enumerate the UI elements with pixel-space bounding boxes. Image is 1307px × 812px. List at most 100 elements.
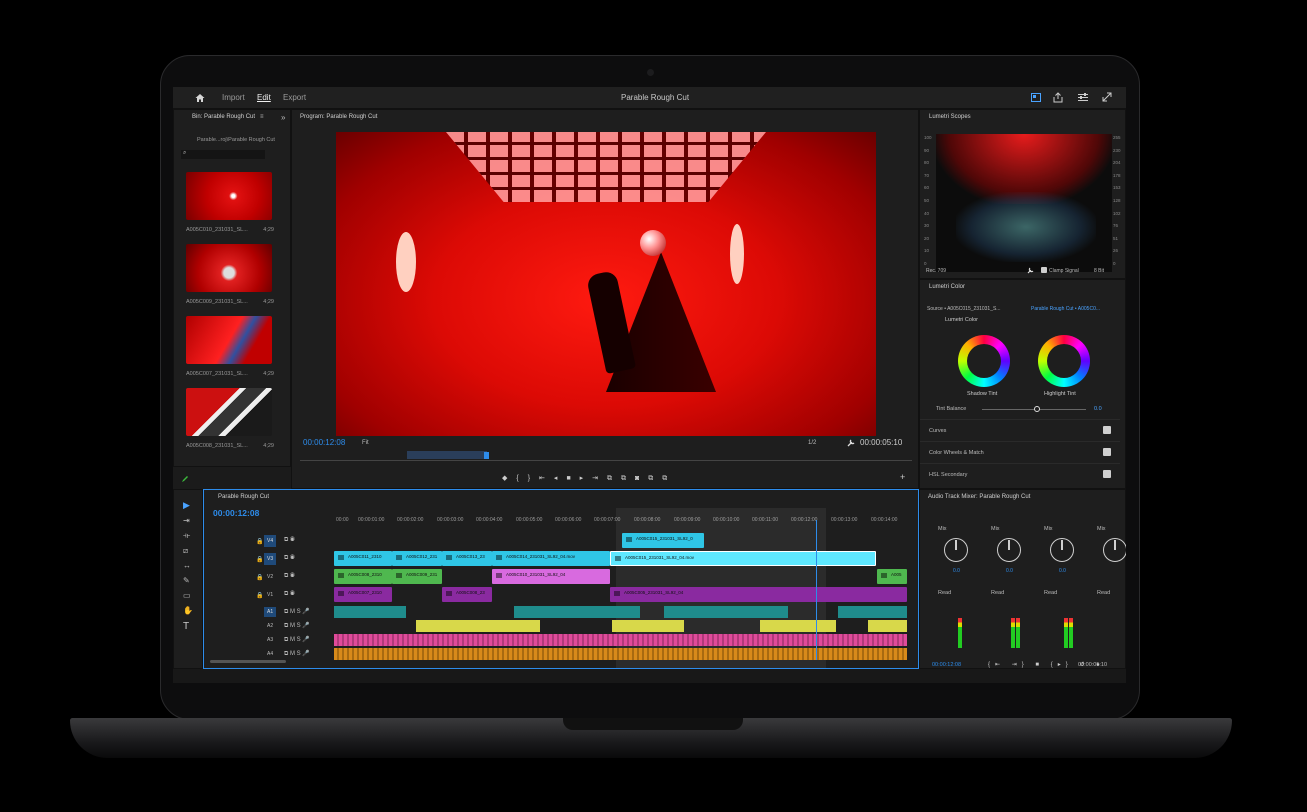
slip-tool-icon[interactable]: ↔ — [183, 561, 191, 570]
expand-panels-icon[interactable]: » — [281, 113, 285, 122]
track-select-tool-icon[interactable]: ⇥ — [183, 516, 190, 525]
timeline-scrollbar[interactable] — [210, 660, 286, 663]
ripple-edit-tool-icon[interactable]: ⟛ — [183, 531, 190, 541]
bit-depth-select[interactable]: 8 Bit — [1094, 268, 1104, 274]
playhead[interactable] — [484, 452, 489, 459]
timeline-title[interactable]: Parable Rough Cut — [218, 494, 269, 500]
timeline-clip[interactable]: A005C008_2310 — [334, 569, 392, 584]
bin-thumbnail[interactable] — [186, 316, 272, 364]
selection-tool-icon[interactable]: ▶ — [183, 500, 190, 511]
timeline-clip[interactable]: A005C008_23 — [442, 587, 492, 602]
pencil-icon[interactable] — [182, 475, 189, 482]
audio-clip[interactable] — [664, 606, 788, 618]
hsl-checkbox[interactable] — [1103, 470, 1111, 478]
audio-clip[interactable] — [868, 620, 907, 632]
audio-clip[interactable] — [514, 606, 640, 618]
timeline-timecode[interactable]: 00:00:12:08 — [213, 508, 259, 518]
audio-clip[interactable] — [838, 606, 907, 618]
curves-checkbox[interactable] — [1103, 426, 1111, 434]
track-header-v4[interactable]: 🔒 V4 ⧉ ◉ — [226, 534, 332, 549]
tab-edit[interactable]: Edit — [257, 93, 271, 102]
wrench-icon[interactable] — [1027, 267, 1034, 274]
timeline-clip[interactable]: A005C013_23 — [442, 551, 492, 566]
timeline-clip[interactable]: A005C015_231031_SL92_04.mov — [610, 551, 876, 566]
section-curves[interactable]: Curves — [920, 419, 1120, 441]
resolution-select[interactable]: 1/2 — [808, 440, 816, 446]
timeline-clip[interactable]: A005C015_231031_SL92_0 — [622, 533, 704, 548]
automation-select[interactable]: Read — [938, 590, 951, 596]
program-scrubber[interactable] — [300, 460, 912, 464]
add-button-icon[interactable]: + — [900, 472, 905, 482]
automation-select[interactable]: Read — [991, 590, 1004, 596]
timeline-clip[interactable]: A005C005_231031_SL92_04 — [610, 587, 907, 602]
track-header-a3[interactable]: A3 ⧉ M S 🎤 — [226, 634, 332, 647]
pan-value[interactable]: 0.0 — [1006, 568, 1013, 574]
pan-knob[interactable] — [944, 538, 968, 562]
timeline-playhead[interactable] — [816, 520, 817, 660]
audio-clip[interactable] — [334, 606, 406, 618]
timeline-clip[interactable]: A005 — [877, 569, 907, 584]
scopes-title[interactable]: Lumetri Scopes — [929, 114, 971, 120]
tint-balance-value[interactable]: 0.0 — [1094, 406, 1102, 412]
share-icon[interactable] — [1053, 92, 1063, 103]
pan-knob[interactable] — [997, 538, 1021, 562]
source-clip-label[interactable]: Source • A005C015_231031_S... — [927, 306, 1000, 312]
channel-mode-select[interactable]: Mix — [1044, 526, 1053, 532]
color-wheels-checkbox[interactable] — [1103, 448, 1111, 456]
track-header-v3[interactable]: 🔒 V3 ⧉ ◉ — [226, 552, 332, 567]
rectangle-tool-icon[interactable]: ▭ — [183, 591, 191, 600]
bin-thumbnail[interactable] — [186, 388, 272, 436]
clamp-signal-checkbox[interactable] — [1041, 267, 1047, 273]
track-header-v1[interactable]: 🔒 V1 ⧉ ◉ — [226, 588, 332, 603]
effect-select[interactable]: Lumetri Color — [945, 317, 978, 323]
program-video-frame[interactable] — [336, 132, 876, 436]
zoom-select[interactable]: Fit — [362, 440, 369, 446]
lumetri-color-title[interactable]: Lumetri Color — [929, 284, 965, 290]
section-hsl-secondary[interactable]: HSL Secondary — [920, 463, 1120, 485]
audio-clip[interactable] — [612, 620, 684, 632]
automation-select[interactable]: Read — [1097, 590, 1110, 596]
fullscreen-icon[interactable] — [1102, 92, 1112, 102]
channel-mode-select[interactable]: Mix — [991, 526, 1000, 532]
timeline-clip[interactable]: A005C007_2310 — [334, 587, 392, 602]
pan-value[interactable]: 0.0 — [1059, 568, 1066, 574]
timeline-clip[interactable]: A005C014_231031_SL92_04.mov — [492, 551, 610, 566]
tab-import[interactable]: Import — [222, 93, 245, 102]
timeline-clip[interactable]: A005C009_231 — [392, 569, 442, 584]
audio-clip[interactable] — [334, 648, 907, 660]
hand-tool-icon[interactable]: ✋ — [183, 606, 193, 615]
workspace-icon[interactable] — [1031, 93, 1041, 102]
bin-title[interactable]: Bin: Parable Rough Cut — [192, 114, 255, 120]
tab-export[interactable]: Export — [283, 93, 306, 102]
razor-tool-icon[interactable]: ⧄ — [183, 546, 188, 556]
bin-thumbnail[interactable] — [186, 172, 272, 220]
tint-balance-handle[interactable] — [1034, 406, 1040, 412]
track-header-v2[interactable]: 🔒 V2 ⧉ ◉ — [226, 570, 332, 585]
channel-mode-select[interactable]: Mix — [1097, 526, 1106, 532]
track-header-a2[interactable]: A2 ⧉ M S 🎤 — [226, 620, 332, 633]
audio-clip[interactable] — [334, 634, 907, 646]
shadow-tint-wheel[interactable] — [958, 335, 1010, 387]
scope-standard[interactable]: Rec. 709 — [926, 268, 946, 274]
program-title[interactable]: Program: Parable Rough Cut — [300, 114, 377, 120]
mixer-timecode[interactable]: 00:00:12:08 — [932, 662, 961, 668]
sequence-clip-label[interactable]: Parable Rough Cut • A005C0... — [1031, 306, 1100, 312]
pan-value[interactable]: 0.0 — [953, 568, 960, 574]
settings-sliders-icon[interactable] — [1078, 93, 1088, 102]
highlight-tint-wheel[interactable] — [1038, 335, 1090, 387]
pen-tool-icon[interactable]: ✎ — [183, 576, 190, 585]
panel-menu-icon[interactable]: ≡ — [260, 114, 264, 120]
pan-knob[interactable] — [1103, 538, 1126, 562]
audio-clip[interactable] — [416, 620, 540, 632]
timeline-clip[interactable]: A005C011_2310 — [334, 551, 392, 566]
transport-controls[interactable]: ◆{}⇤◂■▸⇥⧉⧉◙⧉⧉ — [502, 474, 676, 483]
audio-clip[interactable] — [760, 620, 836, 632]
automation-select[interactable]: Read — [1044, 590, 1057, 596]
wrench-icon[interactable] — [847, 439, 855, 447]
program-timecode[interactable]: 00:00:12:08 — [303, 438, 345, 447]
pan-knob[interactable] — [1050, 538, 1074, 562]
section-color-wheels[interactable]: Color Wheels & Match — [920, 441, 1120, 463]
type-tool-icon[interactable]: T — [183, 621, 189, 632]
bin-thumbnail[interactable] — [186, 244, 272, 292]
timeline-clip[interactable]: A005C010_231031_SL92_04 — [492, 569, 610, 584]
